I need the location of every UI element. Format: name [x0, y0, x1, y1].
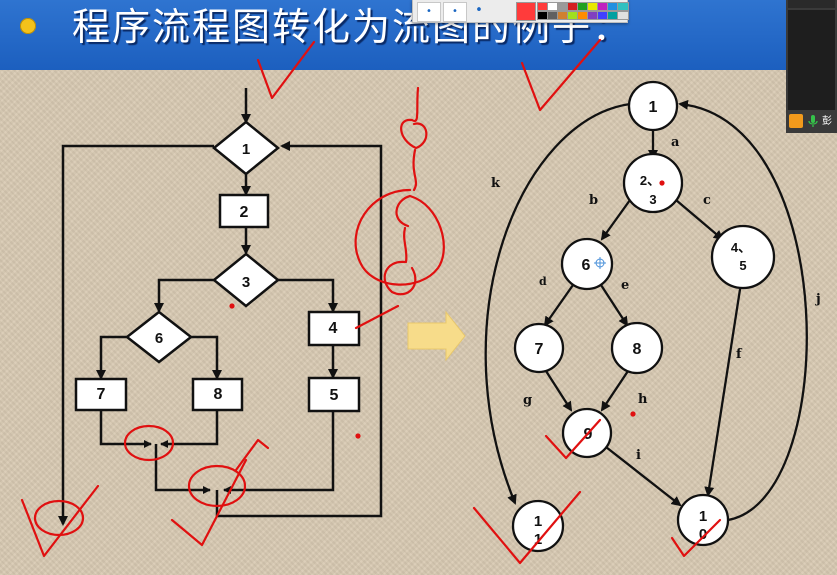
graph-label-8: 8 — [633, 341, 642, 358]
edge-label-j: j — [815, 292, 821, 307]
node-label-8: 8 — [214, 386, 223, 403]
dot-tool-icon[interactable]: • — [469, 2, 489, 20]
edge-label-h: h — [638, 392, 648, 407]
edge-label-g: g — [523, 393, 532, 408]
edge-label-a: a — [671, 135, 680, 150]
video-header — [788, 0, 835, 8]
node-label-2: 2 — [240, 204, 249, 221]
edge-j — [678, 99, 808, 522]
video-panel: 彭 — [786, 0, 837, 133]
checkmark-annotation — [20, 484, 100, 558]
current-color-swatch[interactable] — [516, 2, 536, 21]
node-label-3: 3 — [242, 274, 250, 291]
user-name: 彭 — [822, 116, 832, 127]
dot-annotation — [659, 180, 665, 186]
graph-label-7: 7 — [535, 341, 544, 358]
stroke-annotation — [412, 148, 418, 192]
graph-label-5: 5 — [739, 258, 746, 273]
circle-annotation — [354, 188, 445, 286]
circle-annotation — [33, 499, 85, 537]
edge-f — [704, 282, 743, 497]
flow-edge — [191, 335, 222, 380]
dot-annotation — [630, 411, 636, 417]
flow-edge — [154, 444, 211, 494]
transform-arrow-icon — [407, 310, 466, 362]
node-label-4: 4 — [329, 320, 338, 337]
edge-label-f: f — [736, 347, 743, 362]
node-label-5: 5 — [330, 387, 339, 404]
edge-label-i: i — [636, 448, 641, 463]
program-flowchart — [58, 88, 383, 526]
circle-annotation — [383, 260, 417, 296]
graph-label-10-top: 1 — [699, 508, 707, 525]
edge-i — [605, 446, 682, 507]
edge-label-k: k — [491, 176, 501, 191]
stroke-annotation — [234, 438, 270, 472]
pen-annotations — [20, 38, 722, 565]
pen-tool-icon[interactable]: • — [417, 2, 441, 22]
dot-annotation — [355, 433, 361, 439]
checkmark-annotation — [256, 40, 316, 100]
graph-node-4-5 — [710, 224, 776, 290]
stroke-annotation — [354, 304, 400, 330]
flow-edge — [278, 278, 338, 313]
diagram-canvas: 1 2 3 4 5 6 7 8 1 2、 3 4、 5 6 7 8 9 1 1 … — [20, 38, 821, 565]
flow-edge — [223, 411, 335, 494]
slide-canvas: 程序流程图转化为流图的例子： 1 2 3 4 5 6 7 8 1 2、 3 4、… — [0, 0, 837, 575]
user-avatar[interactable] — [789, 114, 803, 128]
flow-edge — [96, 335, 127, 380]
edge-label-d: d — [539, 275, 547, 288]
graph-label-4: 4、 — [731, 240, 751, 255]
color-swatch[interactable] — [617, 2, 629, 11]
edge-d — [543, 284, 574, 327]
edge-label-b: b — [589, 193, 598, 208]
graph-label-3: 3 — [649, 192, 656, 207]
marker-tool-icon[interactable]: • — [443, 2, 467, 22]
node-label-1: 1 — [242, 141, 250, 158]
dot-annotation — [229, 303, 235, 309]
pen-color-palette: • • • — [412, 0, 629, 23]
edge-b — [600, 199, 631, 241]
node-label-7: 7 — [97, 386, 106, 403]
node-label-6: 6 — [155, 330, 163, 347]
edge-label-c: c — [703, 193, 711, 208]
graph-label-11-top: 1 — [534, 513, 542, 530]
circle-annotation — [400, 86, 428, 150]
stroke-annotation — [403, 226, 408, 264]
edge-label-e: e — [621, 278, 629, 293]
graph-label-6: 6 — [582, 257, 591, 274]
video-feed — [788, 10, 835, 110]
flow-edge — [160, 410, 219, 448]
graph-label-2: 2、 — [640, 173, 660, 188]
color-swatch[interactable] — [617, 11, 629, 20]
edge-c — [675, 199, 724, 241]
edge-g — [545, 370, 573, 412]
microphone-icon[interactable] — [806, 114, 820, 128]
checkmark-annotation — [520, 38, 602, 112]
graph-label-1: 1 — [649, 99, 658, 116]
edge-h — [600, 370, 629, 412]
flow-edge — [154, 278, 214, 313]
